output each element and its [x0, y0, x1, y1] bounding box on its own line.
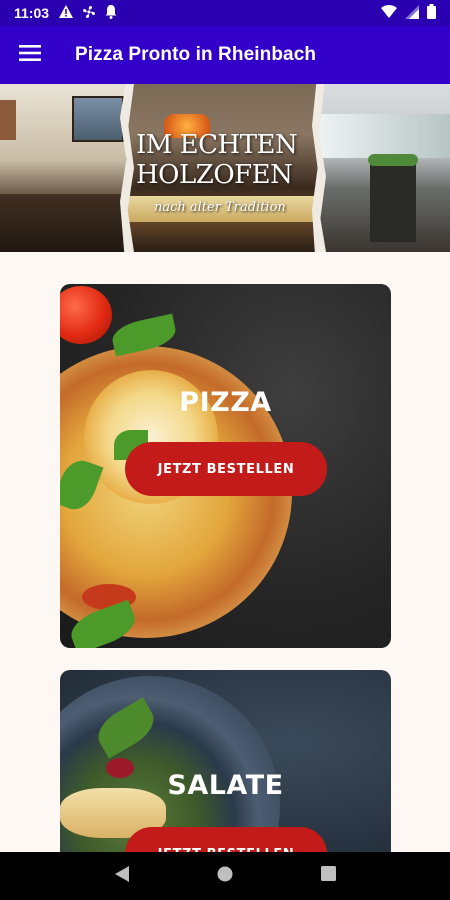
order-now-button[interactable]: JETZT BESTELLEN — [125, 442, 327, 496]
category-card-pizza[interactable]: PIZZA JETZT BESTELLEN — [60, 284, 391, 648]
hero-headline: IM ECHTEN HOLZOFEN — [136, 130, 316, 190]
category-title: PIZZA — [179, 387, 272, 418]
hero-headline-line2: HOLZOFEN — [136, 160, 293, 190]
battery-icon — [427, 4, 436, 22]
wifi-icon — [381, 5, 397, 21]
fan-icon — [82, 5, 96, 22]
recents-button[interactable] — [308, 856, 348, 896]
restaurant-interior-image — [0, 84, 134, 252]
signal-icon — [405, 4, 419, 22]
category-card-salate[interactable]: SALATE JETZT BESTELLEN — [60, 670, 391, 852]
hero-banner: IM ECHTEN HOLZOFEN nach alter Tradition — [0, 84, 450, 252]
alert-icon — [59, 5, 74, 21]
status-time: 11:03 — [14, 5, 50, 21]
recents-icon — [320, 866, 336, 886]
back-button[interactable] — [102, 856, 142, 896]
status-bar: 11:03 — [0, 0, 450, 26]
app-title: Pizza Pronto in Rheinbach — [75, 44, 317, 65]
home-icon — [217, 866, 233, 887]
bell-icon — [105, 4, 117, 22]
hamburger-menu-icon — [19, 44, 41, 66]
hero-subline: nach alter Tradition — [154, 200, 286, 215]
dining-room-image — [318, 84, 450, 252]
category-title: SALATE — [167, 770, 284, 801]
back-icon — [114, 865, 129, 887]
hero-headline-line1: IM ECHTEN — [136, 130, 298, 160]
app-bar: Pizza Pronto in Rheinbach — [0, 26, 450, 84]
order-now-button[interactable]: JETZT BESTELLEN — [125, 827, 327, 852]
tomato-image — [60, 286, 112, 344]
system-nav-bar — [0, 852, 450, 900]
menu-button[interactable] — [0, 26, 60, 84]
home-button[interactable] — [205, 856, 245, 896]
